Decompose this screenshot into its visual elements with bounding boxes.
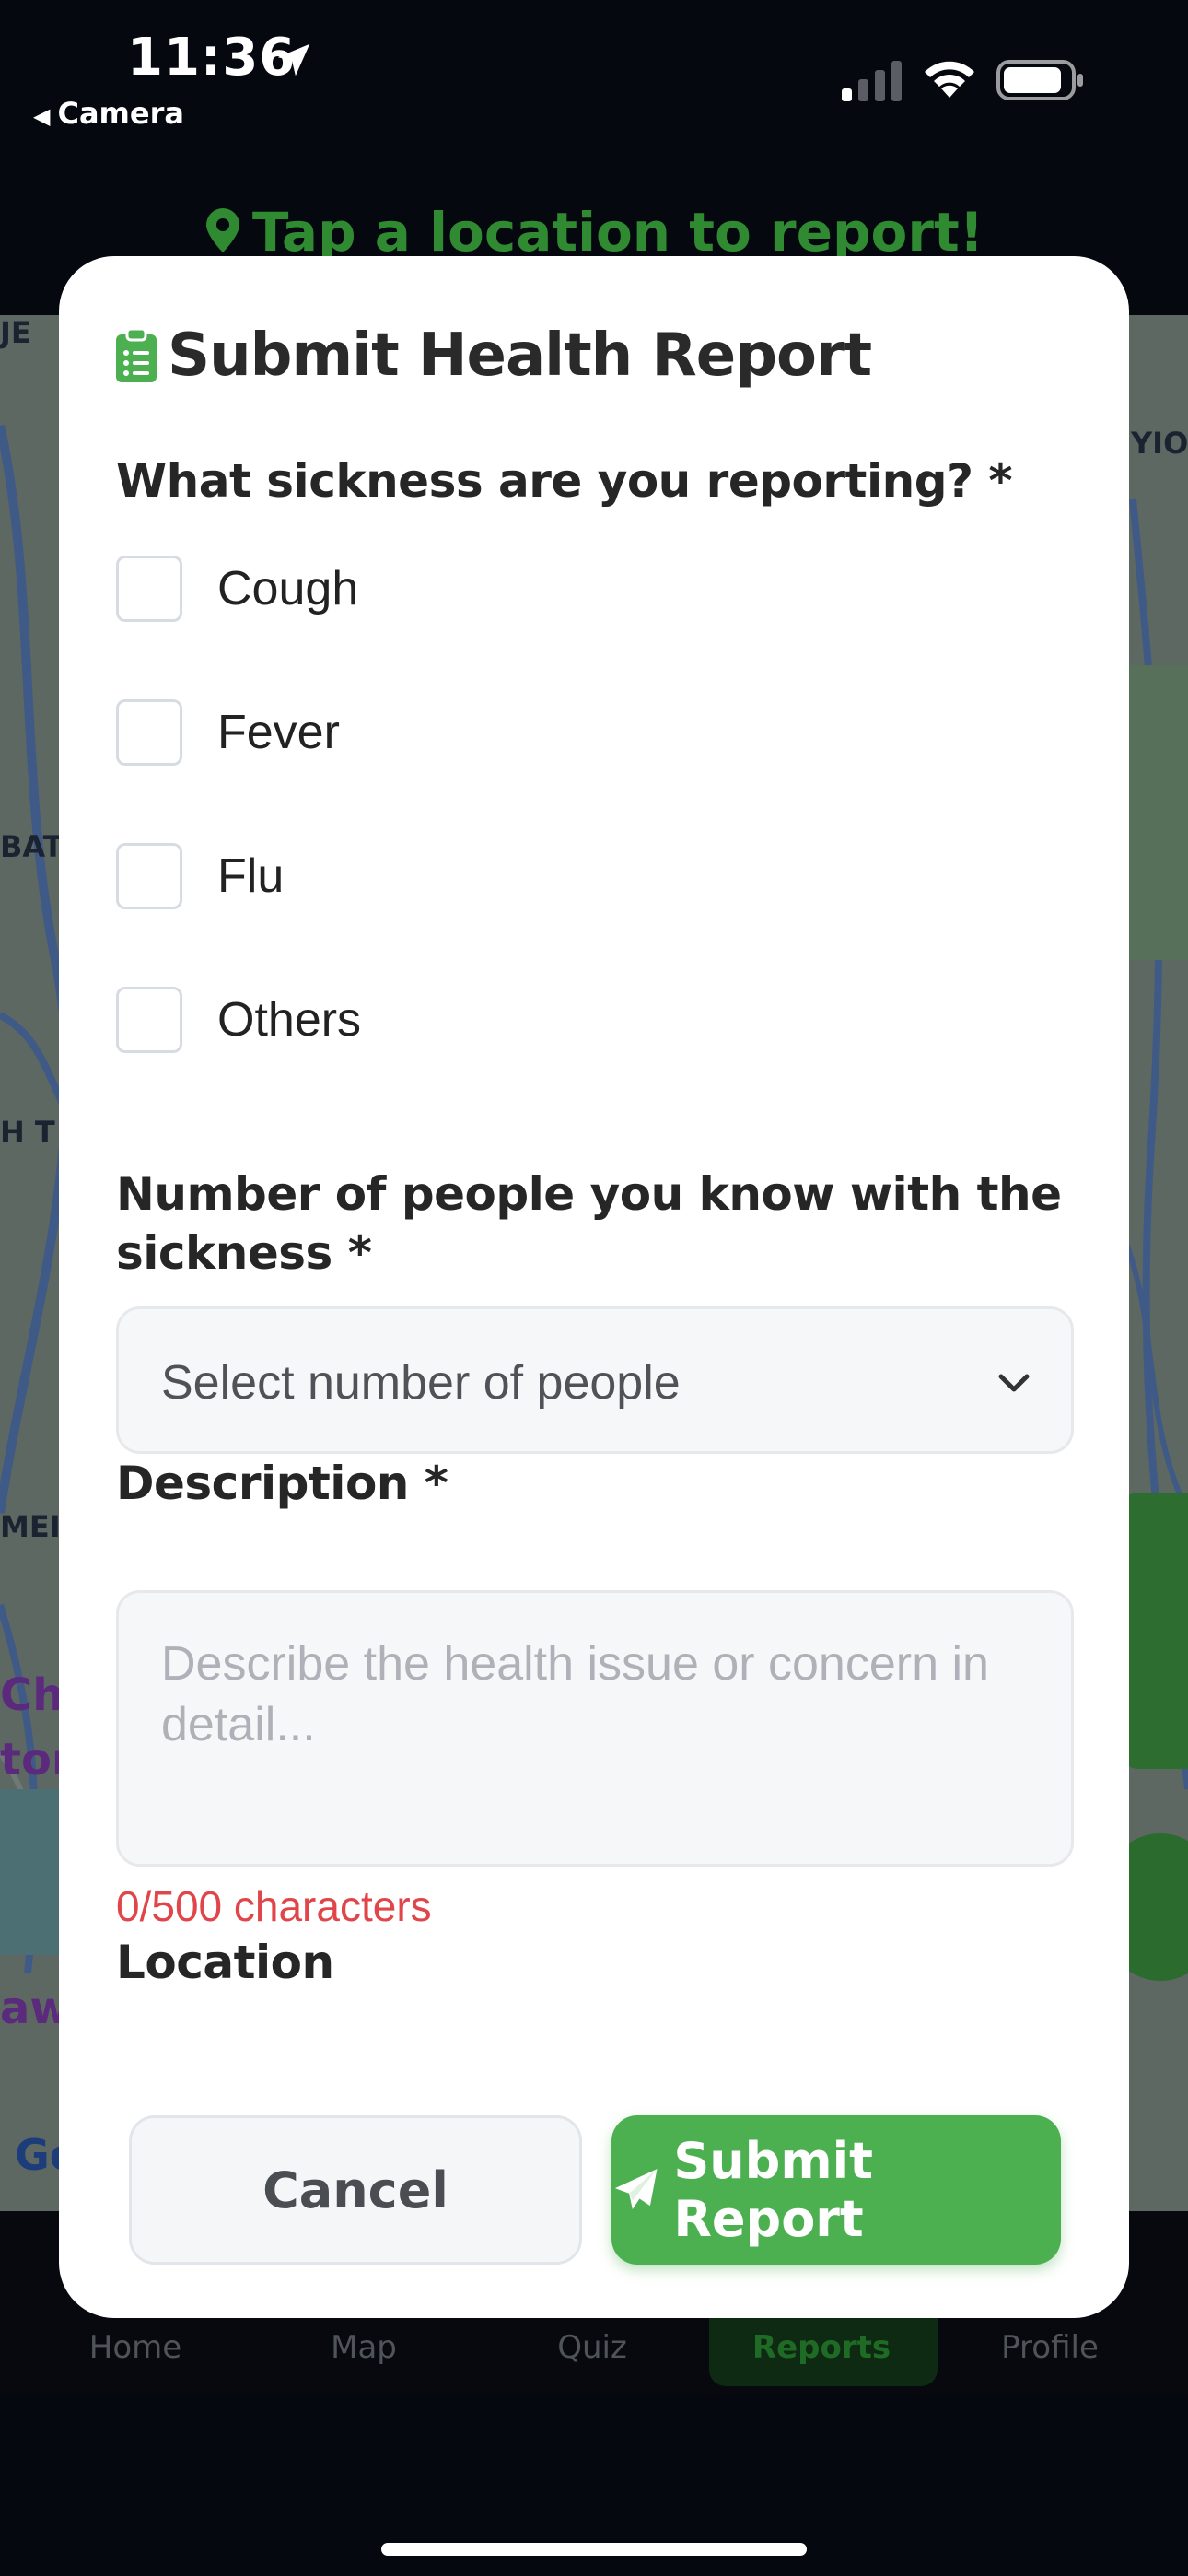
map-label: MEI — [0, 1509, 61, 1544]
checkbox-label: Flu — [217, 849, 285, 903]
checkbox-label: Others — [217, 993, 362, 1047]
description-textarea[interactable]: Describe the health issue or concern in … — [116, 1590, 1074, 1867]
report-hint-banner: Tap a location to report! — [0, 201, 1188, 263]
home-indicator[interactable] — [381, 2543, 807, 2556]
tab-home[interactable]: Home — [43, 2329, 227, 2366]
sickness-question-label: What sickness are you reporting? * — [116, 454, 1013, 508]
tab-quiz[interactable]: Quiz — [500, 2329, 684, 2366]
battery-icon — [996, 60, 1083, 100]
wifi-icon — [925, 61, 974, 98]
submit-report-label: Submit Report — [673, 2132, 873, 2248]
location-label: Location — [116, 1936, 334, 1989]
tab-map[interactable]: Map — [272, 2329, 456, 2366]
back-camera-label: Camera — [57, 96, 184, 131]
people-count-select[interactable]: Select number of people — [116, 1306, 1074, 1454]
description-placeholder: Describe the health issue or concern in … — [161, 1637, 989, 1751]
modal-header: Submit Health Report — [114, 319, 872, 392]
tab-profile[interactable]: Profile — [958, 2329, 1142, 2366]
map-side-panel[interactable] — [1120, 1493, 1188, 1769]
checkbox-cough[interactable]: Cough — [116, 555, 358, 623]
map-label: H T — [0, 1115, 55, 1150]
cancel-button[interactable]: Cancel — [129, 2115, 582, 2265]
cancel-button-label: Cancel — [262, 2160, 448, 2219]
checkbox-box[interactable] — [116, 987, 182, 1053]
cellular-signal-icon — [842, 61, 902, 101]
map-pin-icon — [205, 208, 239, 252]
paper-plane-icon — [614, 2169, 658, 2209]
checkbox-label: Fever — [217, 706, 340, 759]
health-report-modal: Submit Health Report What sickness are y… — [59, 256, 1129, 2318]
people-count-label: Number of people you know with the sickn… — [116, 1167, 1062, 1280]
checkbox-others[interactable]: Others — [116, 986, 361, 1054]
checkbox-label: Cough — [217, 562, 359, 615]
location-arrow-icon — [277, 43, 310, 76]
description-label: Description * — [116, 1457, 448, 1510]
map-label: JE — [0, 315, 31, 350]
clipboard-list-icon — [116, 327, 157, 382]
back-to-camera-link[interactable]: ◀ Camera — [33, 96, 184, 131]
checkbox-box[interactable] — [116, 556, 182, 622]
character-counter: 0/500 characters — [116, 1882, 432, 1930]
people-count-select-value: Select number of people — [161, 1356, 681, 1410]
checkbox-box[interactable] — [116, 843, 182, 909]
checkbox-box[interactable] — [116, 699, 182, 766]
checkbox-fever[interactable]: Fever — [116, 698, 340, 767]
report-hint-text: Tap a location to report! — [251, 201, 984, 263]
back-triangle-icon: ◀ — [33, 103, 51, 129]
submit-report-button[interactable]: Submit Report — [611, 2115, 1061, 2265]
modal-title: Submit Health Report — [168, 322, 872, 390]
checkbox-flu[interactable]: Flu — [116, 842, 284, 910]
status-time: 11:36 — [127, 28, 297, 88]
map-label: YIO — [1131, 426, 1188, 461]
map-label: BAT — [0, 829, 64, 864]
tab-reports[interactable]: Reports — [729, 2329, 914, 2366]
status-bar: 11:36 ◀ Camera — [0, 0, 1188, 147]
chevron-down-icon — [998, 1374, 1030, 1392]
